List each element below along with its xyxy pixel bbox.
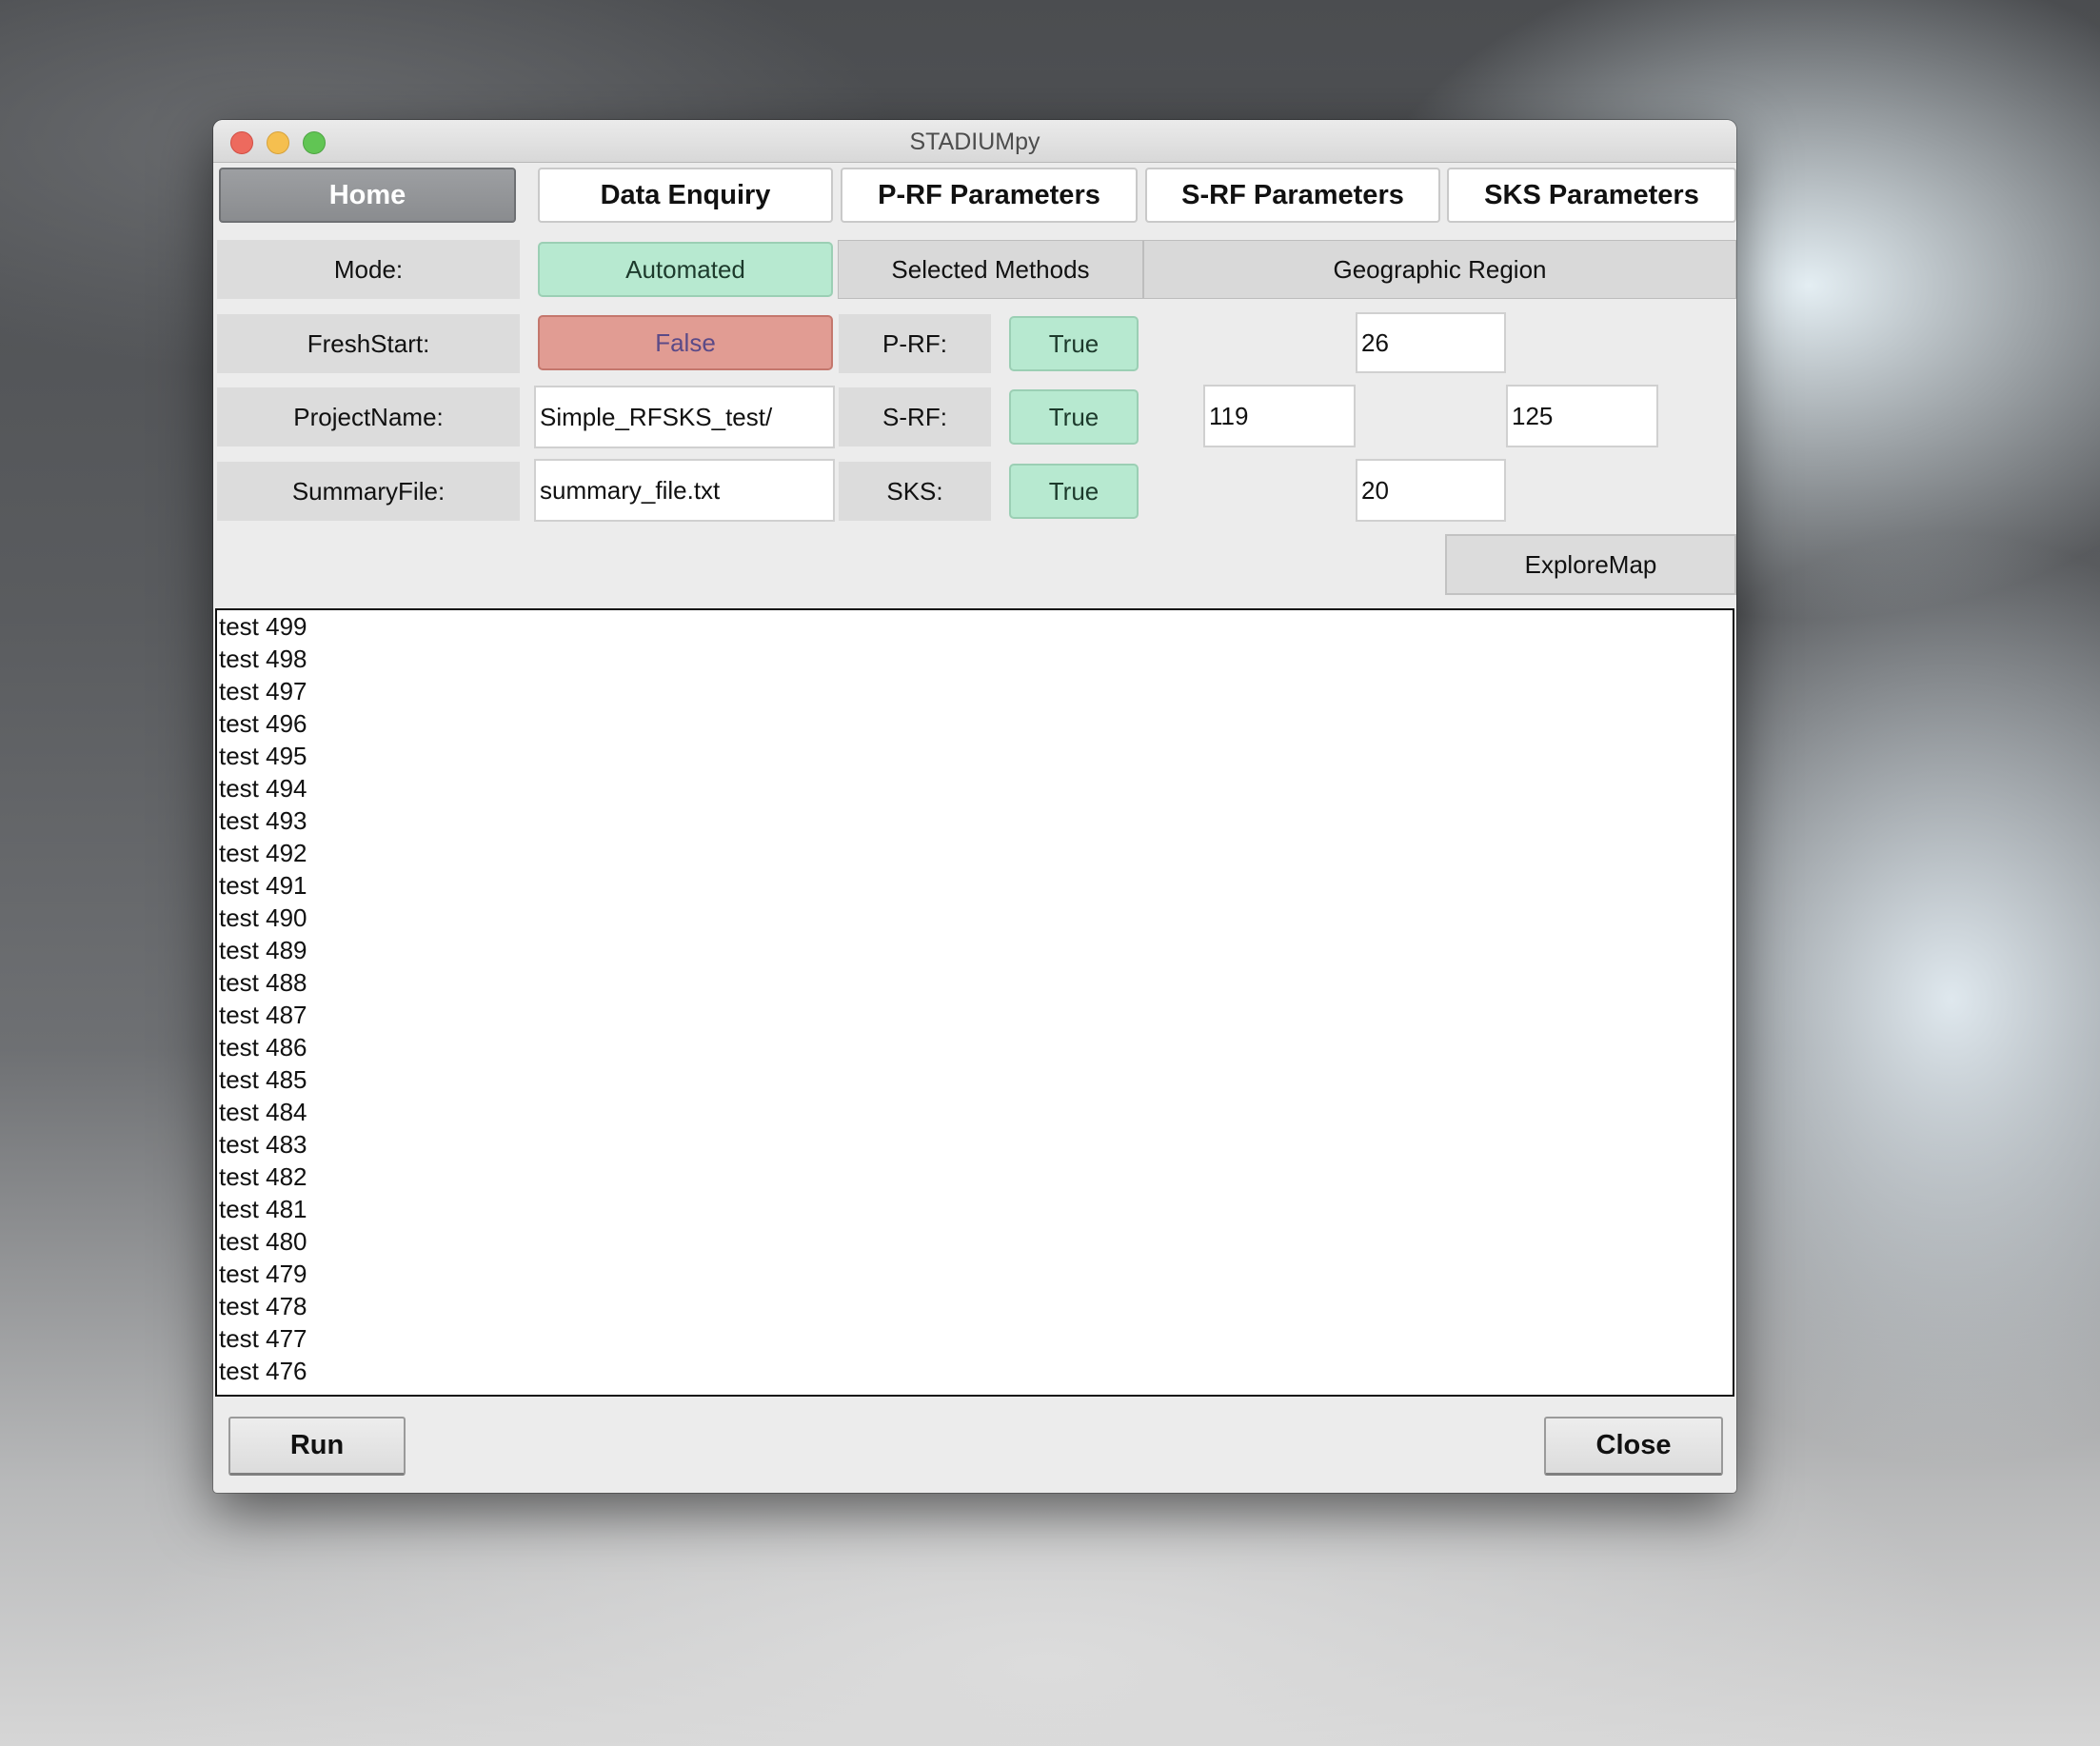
region-west-input[interactable] [1203, 385, 1356, 447]
log-line: test 489 [219, 936, 307, 964]
log-line: test 482 [219, 1162, 307, 1191]
tab-data-enquiry[interactable]: Data Enquiry [538, 168, 833, 223]
log-line: test 488 [219, 968, 307, 997]
log-line: test 496 [219, 709, 307, 738]
region-east-input[interactable] [1506, 385, 1658, 447]
run-button[interactable]: Run [228, 1417, 406, 1476]
freshstart-toggle-button[interactable]: False [538, 315, 833, 370]
log-line: test 491 [219, 871, 307, 900]
log-line: test 494 [219, 774, 307, 803]
summaryfile-label: SummaryFile: [217, 462, 520, 521]
mode-toggle-button[interactable]: Automated [538, 242, 833, 297]
log-output[interactable]: test 499 test 498 test 497 test 496 test 495… [215, 608, 1734, 1397]
summaryfile-input[interactable] [534, 459, 835, 522]
tab-s-rf-parameters[interactable]: S-RF Parameters [1145, 168, 1440, 223]
p-rf-label: P-RF: [839, 314, 991, 373]
tab-sks-parameters[interactable]: SKS Parameters [1447, 168, 1736, 223]
log-line: test 481 [219, 1195, 307, 1223]
log-line: test 487 [219, 1001, 307, 1029]
projectname-input[interactable] [534, 386, 835, 448]
log-line: test 498 [219, 645, 307, 673]
log-line: test 490 [219, 903, 307, 932]
mode-label: Mode: [217, 240, 520, 299]
log-line: test 478 [219, 1292, 307, 1320]
window-title: STADIUMpy [909, 129, 1040, 155]
log-line: test 477 [219, 1324, 307, 1353]
close-button[interactable]: Close [1544, 1417, 1723, 1476]
tab-home[interactable]: Home [219, 168, 516, 223]
sks-label: SKS: [839, 462, 991, 521]
log-line: test 493 [219, 806, 307, 835]
s-rf-toggle-button[interactable]: True [1009, 389, 1139, 445]
explore-map-button[interactable]: ExploreMap [1445, 534, 1736, 595]
region-south-input[interactable] [1356, 459, 1506, 522]
s-rf-label: S-RF: [839, 387, 991, 446]
log-line: test 480 [219, 1227, 307, 1256]
sks-toggle-button[interactable]: True [1009, 464, 1139, 519]
projectname-label: ProjectName: [217, 387, 520, 446]
geographic-region-header: Geographic Region [1143, 240, 1736, 299]
log-line: test 492 [219, 839, 307, 867]
log-line: test 485 [219, 1065, 307, 1094]
title-bar[interactable]: STADIUMpy [213, 120, 1736, 163]
tab-p-rf-parameters[interactable]: P-RF Parameters [841, 168, 1138, 223]
log-line: test 479 [219, 1260, 307, 1288]
stadiumpy-window: STADIUMpy Home Data Enquiry P-RF Paramet… [213, 120, 1736, 1493]
region-north-input[interactable] [1356, 312, 1506, 373]
log-line: test 499 [219, 612, 307, 641]
freshstart-label: FreshStart: [217, 314, 520, 373]
log-line: test 497 [219, 677, 307, 705]
log-line: test 486 [219, 1033, 307, 1061]
log-line: test 484 [219, 1098, 307, 1126]
selected-methods-header: Selected Methods [838, 240, 1143, 299]
p-rf-toggle-button[interactable]: True [1009, 316, 1139, 371]
log-line: test 483 [219, 1130, 307, 1159]
log-line: test 495 [219, 742, 307, 770]
log-line: test 476 [219, 1357, 307, 1385]
